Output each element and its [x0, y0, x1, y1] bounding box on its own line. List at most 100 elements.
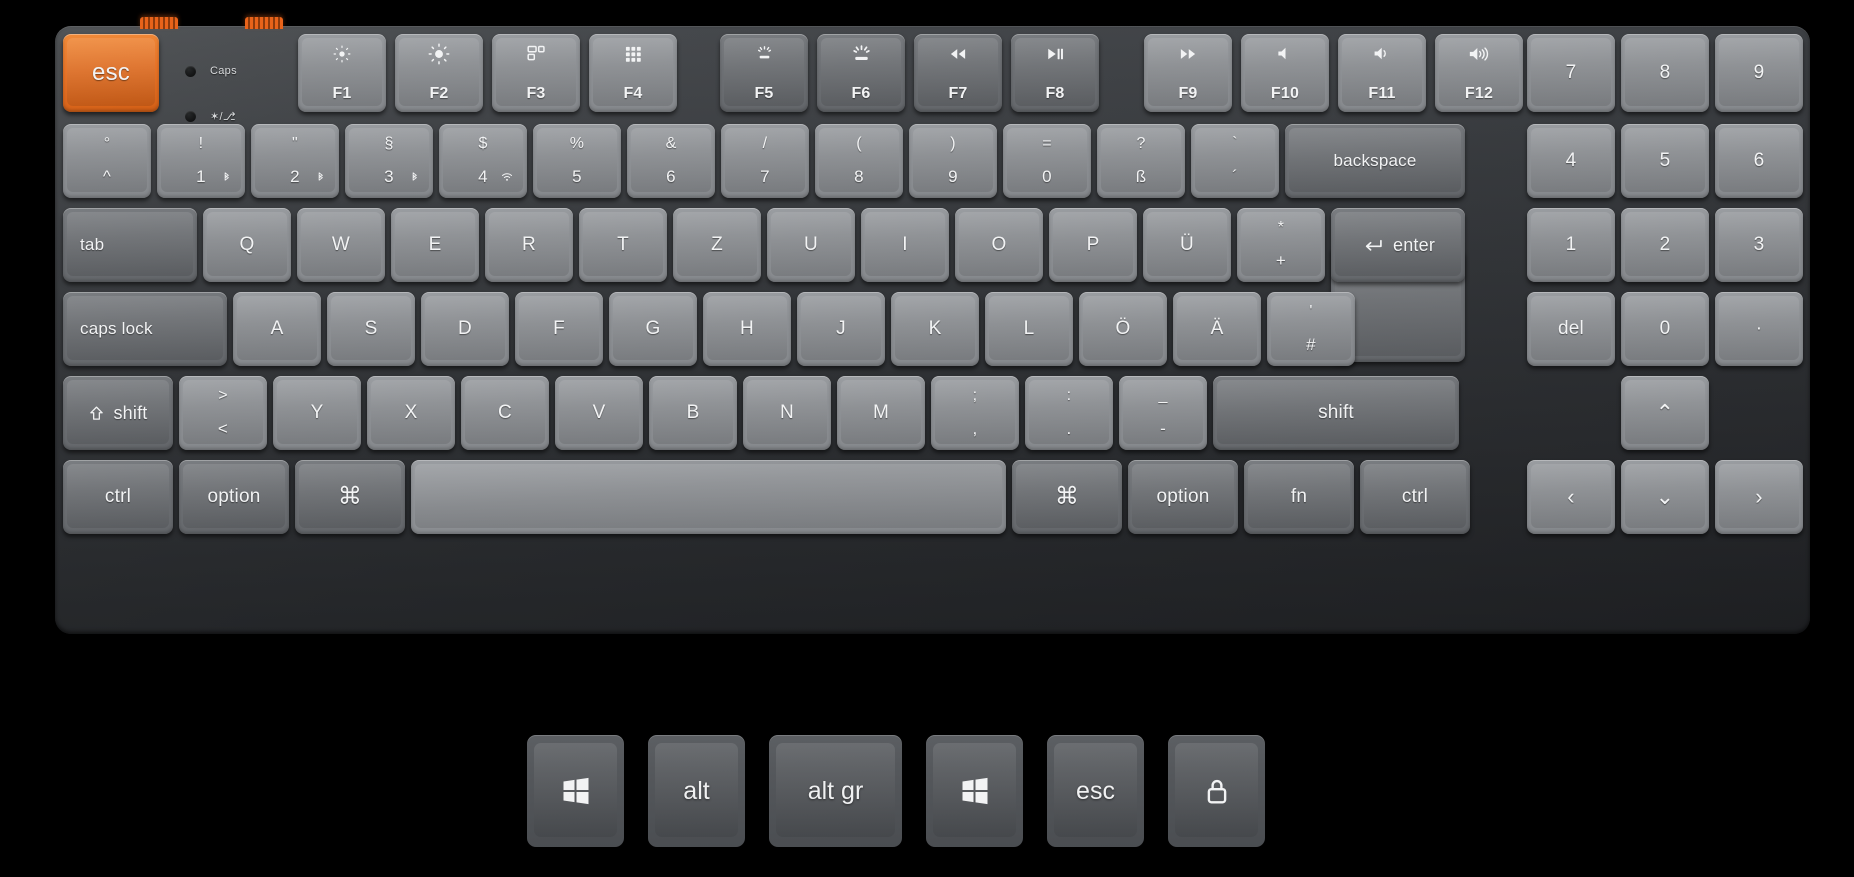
key-numpad-dot[interactable]: ·	[1715, 292, 1803, 366]
key-digit-2[interactable]: " 2	[251, 124, 339, 198]
key-key-r[interactable]: R	[485, 208, 573, 282]
key-key-c[interactable]: C	[461, 376, 549, 450]
key-key-k[interactable]: K	[891, 292, 979, 366]
key-hash[interactable]: ' #	[1267, 292, 1355, 366]
altgr-keycap[interactable]: alt gr	[769, 735, 902, 847]
key-digit-3[interactable]: § 3	[345, 124, 433, 198]
key-tab[interactable]: tab	[63, 208, 197, 282]
key-key-h[interactable]: H	[703, 292, 791, 366]
key-eszett[interactable]: ? ß	[1097, 124, 1185, 198]
key-right-ctrl[interactable]: ctrl	[1360, 460, 1470, 534]
key-key-m[interactable]: M	[837, 376, 925, 450]
key-key-u[interactable]: U	[767, 208, 855, 282]
key-key-p[interactable]: P	[1049, 208, 1137, 282]
key-caps-lock[interactable]: caps lock	[63, 292, 227, 366]
key-f12[interactable]: F12	[1435, 34, 1523, 112]
key-arrow-left[interactable]: ‹	[1527, 460, 1615, 534]
key-colon[interactable]: :.	[1025, 376, 1113, 450]
key-numpad-1[interactable]: 1	[1527, 208, 1615, 282]
lock-keycap[interactable]	[1168, 735, 1265, 847]
key-key-e[interactable]: E	[391, 208, 479, 282]
key-dash[interactable]: _ -	[1119, 376, 1207, 450]
windows-keycap-left[interactable]	[527, 735, 624, 847]
key-numpad-3[interactable]: 3	[1715, 208, 1803, 282]
key-digit-6[interactable]: & 6	[627, 124, 715, 198]
key-key-a[interactable]: A	[233, 292, 321, 366]
key-key-o[interactable]: O	[955, 208, 1043, 282]
key-key-q[interactable]: Q	[203, 208, 291, 282]
key-key-x[interactable]: X	[367, 376, 455, 450]
windows-keycap-right[interactable]	[926, 735, 1023, 847]
key-key-s[interactable]: S	[327, 292, 415, 366]
key-spacebar[interactable]	[411, 460, 1006, 534]
key-escape[interactable]: esc	[63, 34, 159, 112]
key-numpad-8[interactable]: 8	[1621, 34, 1709, 112]
key-circumflex[interactable]: ° ^	[63, 124, 151, 198]
key-key-v[interactable]: V	[555, 376, 643, 450]
key-f6[interactable]: F6	[817, 34, 905, 112]
key-numpad-9[interactable]: 9	[1715, 34, 1803, 112]
key-key-uuml[interactable]: Ü	[1143, 208, 1231, 282]
key-f8[interactable]: F8	[1011, 34, 1099, 112]
key-semicolon[interactable]: ;,	[931, 376, 1019, 450]
key-legend: J	[836, 318, 846, 340]
key-arrow-down[interactable]: ⌄	[1621, 460, 1709, 534]
key-key-auml[interactable]: Ä	[1173, 292, 1261, 366]
key-fn[interactable]: fn	[1244, 460, 1354, 534]
key-left-command[interactable]: ⌘	[295, 460, 405, 534]
key-numpad-4[interactable]: 4	[1527, 124, 1615, 198]
key-left-shift[interactable]: shift	[63, 376, 173, 450]
key-digit-0[interactable]: = 0	[1003, 124, 1091, 198]
key-numpad-6[interactable]: 6	[1715, 124, 1803, 198]
key-f2[interactable]: F2	[395, 34, 483, 112]
key-f4[interactable]: F4	[589, 34, 677, 112]
key-digit-8[interactable]: (8	[815, 124, 903, 198]
key-numpad-5[interactable]: 5	[1621, 124, 1709, 198]
key-f11[interactable]: F11	[1338, 34, 1426, 112]
key-key-ouml[interactable]: Ö	[1079, 292, 1167, 366]
key-key-w[interactable]: W	[297, 208, 385, 282]
key-numpad-0[interactable]: 0	[1621, 292, 1709, 366]
key-digit-9[interactable]: ) 9	[909, 124, 997, 198]
key-key-t[interactable]: T	[579, 208, 667, 282]
bluetooth-wifi-led-label: ✶/⎇	[210, 111, 236, 123]
key-acute[interactable]: ` ´	[1191, 124, 1279, 198]
key-digit-1[interactable]: ! 1	[157, 124, 245, 198]
key-less-than[interactable]: > <	[179, 376, 267, 450]
key-digit-4[interactable]: $4	[439, 124, 527, 198]
key-numpad-2[interactable]: 2	[1621, 208, 1709, 282]
key-right-option[interactable]: option	[1128, 460, 1238, 534]
esc-keycap[interactable]: esc	[1047, 735, 1144, 847]
key-key-j[interactable]: J	[797, 292, 885, 366]
key-right-shift[interactable]: shift	[1213, 376, 1459, 450]
key-key-n[interactable]: N	[743, 376, 831, 450]
key-key-y[interactable]: Y	[273, 376, 361, 450]
key-f3[interactable]: F3	[492, 34, 580, 112]
key-key-d[interactable]: D	[421, 292, 509, 366]
key-arrow-right[interactable]: ›	[1715, 460, 1803, 534]
key-enter[interactable]: enter	[1331, 208, 1465, 282]
alt-keycap[interactable]: alt	[648, 735, 745, 847]
key-left-ctrl[interactable]: ctrl	[63, 460, 173, 534]
key-backspace[interactable]: backspace	[1285, 124, 1465, 198]
key-key-i[interactable]: I	[861, 208, 949, 282]
key-digit-5[interactable]: % 5	[533, 124, 621, 198]
key-f7[interactable]: F7	[914, 34, 1002, 112]
key-arrow-up[interactable]: ⌃	[1621, 376, 1709, 450]
key-key-z[interactable]: Z	[673, 208, 761, 282]
key-key-f[interactable]: F	[515, 292, 603, 366]
key-f5[interactable]: F5	[720, 34, 808, 112]
key-digit-7[interactable]: /7	[721, 124, 809, 198]
key-key-l[interactable]: L	[985, 292, 1073, 366]
key-f10[interactable]: F10	[1241, 34, 1329, 112]
key-legend: M	[872, 402, 890, 424]
key-f1[interactable]: F1	[298, 34, 386, 112]
key-right-command[interactable]: ⌘	[1012, 460, 1122, 534]
key-key-b[interactable]: B	[649, 376, 737, 450]
key-key-g[interactable]: G	[609, 292, 697, 366]
key-numpad-del[interactable]: del	[1527, 292, 1615, 366]
key-numpad-7[interactable]: 7	[1527, 34, 1615, 112]
key-f9[interactable]: F9	[1144, 34, 1232, 112]
key-plus[interactable]: * +	[1237, 208, 1325, 282]
key-left-option[interactable]: option	[179, 460, 289, 534]
